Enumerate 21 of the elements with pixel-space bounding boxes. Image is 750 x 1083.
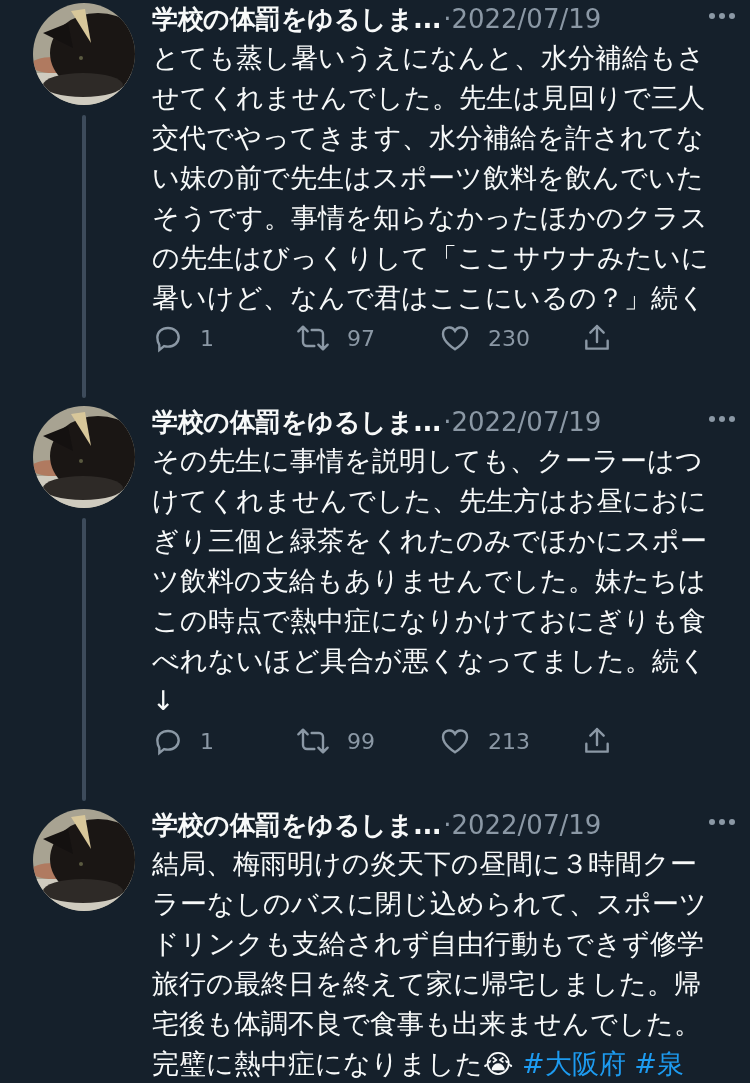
tweet-text: 結局、梅雨明けの炎天下の昼間に３時間クーラーなしのバスに閉じ込められて、スポーツドリンクも支給されず自由行動もできず修学旅行の最終日を終えて家に帰宅しました。帰宅後も体調不良で食事も出来ませんでした。完璧に熱中症になりました😭 #大阪府 #泉	[152, 847, 708, 1081]
more-icon[interactable]	[707, 414, 737, 424]
author-name[interactable]: 学校の体罰をゆるしま...	[152, 807, 442, 843]
hashtag-link[interactable]: #泉	[634, 1048, 684, 1079]
reply-count: 1	[200, 728, 214, 754]
retweet-count: 97	[347, 325, 375, 351]
tweet-date: ·2022/07/19	[443, 810, 602, 840]
retweet-count: 99	[347, 728, 375, 754]
tweet-text: その先生に事情を説明しても、クーラーはつけてくれませんでした、先生方はお昼におにぎり三個と緑茶をくれたのみでほかにスポーツ飲料の支給もありませんでした。妹たちはこの時点で熱中症になりかけておにぎりも食べれないほど具合が悪くなってました。続く↓	[152, 444, 708, 718]
author-name[interactable]: 学校の体罰をゆるしま...	[152, 404, 442, 440]
crying-emoji: 😭	[483, 1049, 514, 1079]
tweet-text: とても蒸し暑いうえになんと、水分補給もさせてくれませんでした。先生は見回りで三人交代でやってきます、水分補給を許されてない妹の前で先生はスポーツ飲料を飲んでいたそうです。事情を知らなかったほかのクラスの先生はびっくりして「ここサウナみたいに暑いけど、なんで君はここにいるの？」続く	[152, 41, 710, 315]
like-count: 230	[488, 325, 530, 351]
author-name[interactable]: 学校の体罰をゆるしま...	[152, 1, 442, 37]
more-icon[interactable]	[707, 817, 737, 827]
hashtag-link[interactable]: #大阪府	[522, 1048, 626, 1079]
like-count: 213	[488, 728, 530, 754]
tweet-date: ·2022/07/19	[443, 407, 602, 437]
tweet-date: ·2022/07/19	[443, 4, 602, 34]
more-icon[interactable]	[707, 11, 737, 21]
reply-count: 1	[200, 325, 214, 351]
